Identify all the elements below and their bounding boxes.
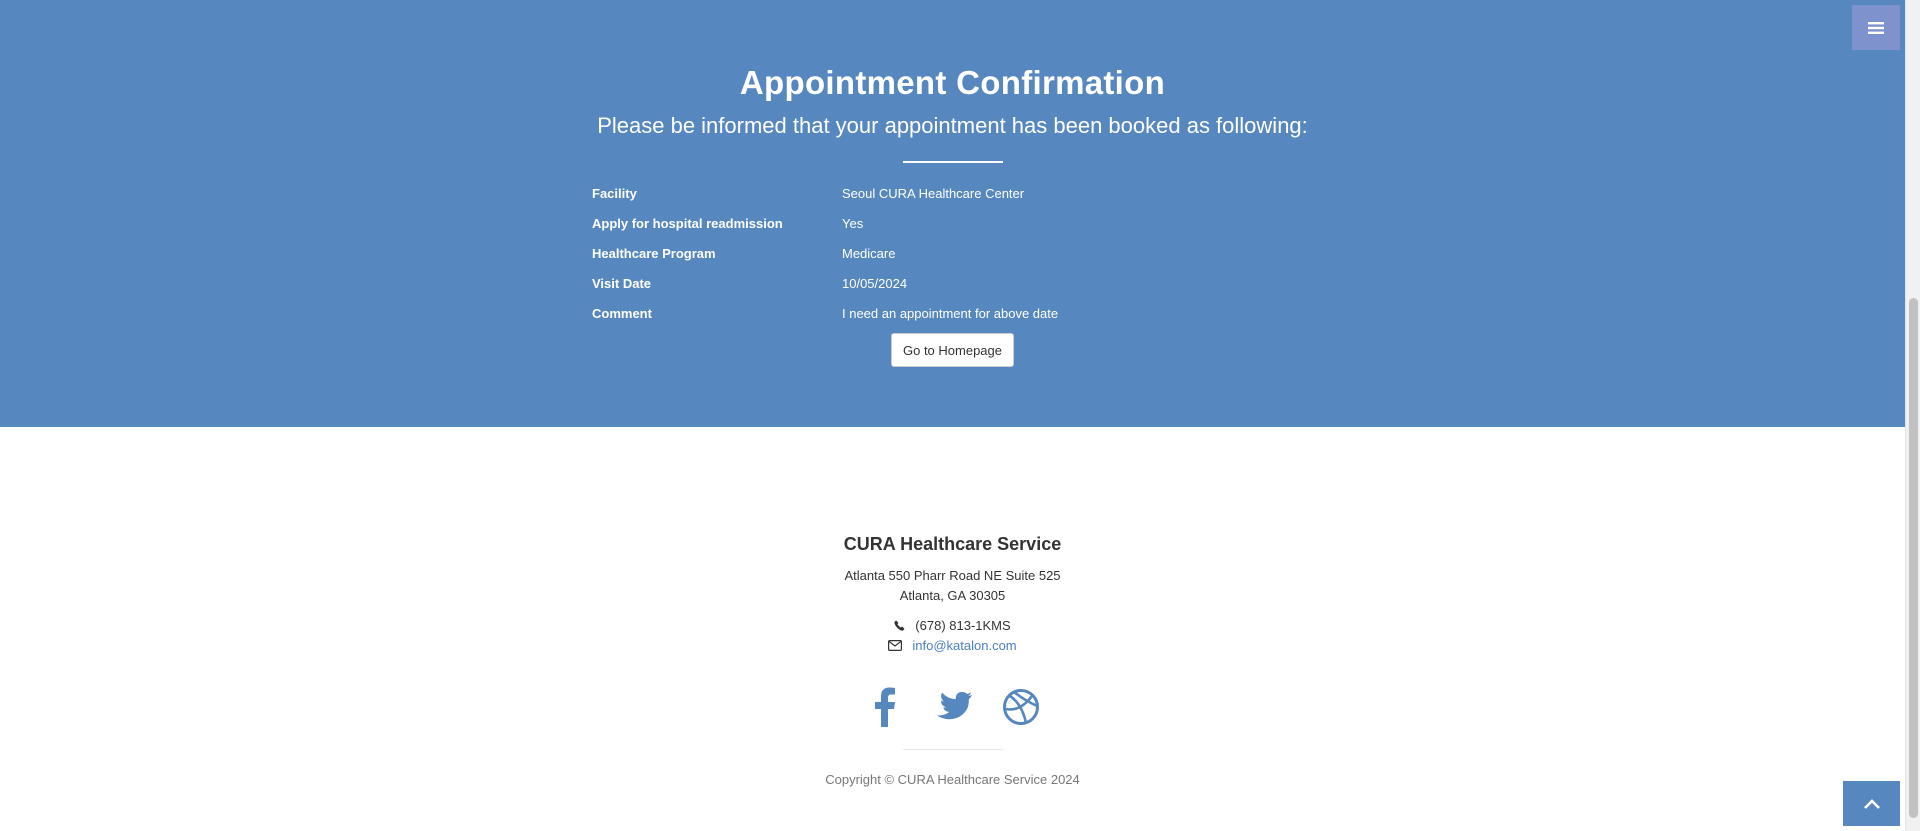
twitter-icon[interactable] xyxy=(934,685,972,729)
chevron-up-icon xyxy=(1863,798,1880,809)
phone-icon xyxy=(894,620,905,631)
detail-row-readmission: Apply for hospital readmission Yes xyxy=(592,212,1312,242)
detail-row-program: Healthcare Program Medicare xyxy=(592,242,1312,272)
scrollbar-thumb[interactable] xyxy=(1909,298,1918,818)
title-divider xyxy=(903,161,1003,163)
detail-row-comment: Comment I need an appointment for above … xyxy=(592,302,1312,332)
appointment-confirmation-section: Appointment Confirmation Please be infor… xyxy=(0,0,1905,427)
phone-number: (678) 813-1KMS xyxy=(915,618,1011,633)
facebook-icon[interactable] xyxy=(866,685,904,729)
menu-toggle-button[interactable] xyxy=(1852,5,1900,50)
comment-label: Comment xyxy=(592,306,652,321)
appointment-details: Facility Seoul CURA Healthcare Center Ap… xyxy=(592,182,1312,332)
email-link[interactable]: info@katalon.com xyxy=(912,638,1016,653)
visit-date-value: 10/05/2024 xyxy=(842,276,908,291)
readmission-value: Yes xyxy=(842,216,864,231)
program-label: Healthcare Program xyxy=(592,246,716,261)
envelope-icon xyxy=(888,640,903,651)
go-to-homepage-button[interactable]: Go to Homepage xyxy=(891,333,1014,367)
readmission-label: Apply for hospital readmission xyxy=(592,216,783,231)
detail-row-visit-date: Visit Date 10/05/2024 xyxy=(592,272,1312,302)
facility-label: Facility xyxy=(592,186,637,201)
address-line-2: Atlanta, GA 30305 xyxy=(899,588,1006,603)
vertical-scrollbar[interactable] xyxy=(1905,0,1920,831)
page-title: Appointment Confirmation xyxy=(739,64,1166,101)
social-links xyxy=(0,685,1905,729)
facility-value: Seoul CURA Healthcare Center xyxy=(842,186,1025,201)
page: Appointment Confirmation Please be infor… xyxy=(0,0,1905,831)
comment-value: I need an appointment for above date xyxy=(842,306,1059,321)
confirmation-lead: Please be informed that your appointment… xyxy=(597,113,1308,138)
footer-title: CURA Healthcare Service xyxy=(843,534,1062,554)
program-value: Medicare xyxy=(842,246,896,261)
dribbble-icon[interactable] xyxy=(1002,685,1040,729)
email-contact: info@katalon.com xyxy=(0,638,1905,653)
footer-divider xyxy=(903,749,1003,750)
address-line-1: Atlanta 550 Pharr Road NE Suite 525 xyxy=(844,568,1061,583)
site-footer: CURA Healthcare Service Atlanta 550 Phar… xyxy=(0,427,1905,831)
detail-row-facility: Facility Seoul CURA Healthcare Center xyxy=(592,182,1312,212)
scroll-to-top-button[interactable] xyxy=(1843,781,1900,826)
phone-contact: (678) 813-1KMS xyxy=(0,618,1905,633)
hamburger-icon xyxy=(1868,21,1884,34)
visit-date-label: Visit Date xyxy=(592,276,652,291)
copyright-text: Copyright © CURA Healthcare Service 2024 xyxy=(825,772,1080,787)
